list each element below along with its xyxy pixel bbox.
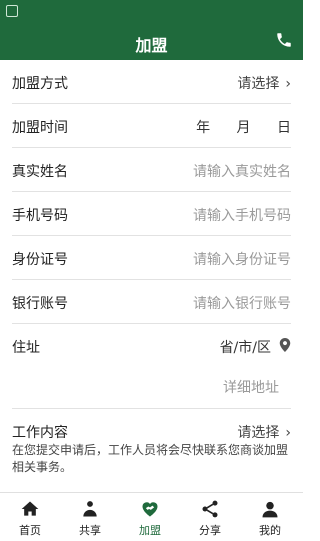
phone-icon[interactable]	[275, 31, 293, 49]
tab-home[interactable]: 首页	[0, 493, 60, 541]
tab-share-label: 分享	[199, 524, 221, 537]
join-time-label: 加盟时间	[12, 120, 68, 136]
id-number-label: 身份证号	[12, 252, 68, 268]
address-label: 住址	[12, 340, 40, 356]
join-method-value: 请选择	[237, 76, 280, 92]
real-name-row: 真实姓名 请输入真实姓名	[12, 148, 291, 192]
status-bar	[0, 0, 303, 22]
work-content-value: 请选择	[237, 425, 280, 441]
bank-account-label: 银行账号	[12, 296, 68, 312]
share-nodes-icon	[202, 500, 218, 518]
home-icon	[21, 501, 39, 516]
share-person-icon	[83, 501, 97, 517]
title-bar: 加盟	[0, 22, 303, 60]
join-time-picker[interactable]: 年 月 日	[174, 117, 291, 137]
real-name-label: 真实姓名	[12, 164, 68, 180]
handshake-heart-icon	[142, 502, 158, 517]
join-form: 加盟方式 请选择 › 加盟时间 年 月 日 真实姓名 请输入真实姓名 手机号码 请…	[0, 60, 303, 452]
year-field[interactable]: 年	[196, 117, 210, 137]
tab-join[interactable]: 加盟	[120, 493, 180, 541]
tab-share-person[interactable]: 共享	[60, 493, 120, 541]
bank-account-input[interactable]: 请输入银行账号	[193, 293, 291, 313]
tab-home-label: 首页	[19, 524, 41, 537]
app-notification-icon	[6, 5, 18, 17]
tab-mine[interactable]: 我的	[240, 493, 300, 541]
location-pin-icon[interactable]	[279, 338, 291, 352]
region-select[interactable]: 省/市/区	[220, 337, 271, 357]
join-time-row: 加盟时间 年 月 日	[12, 104, 291, 148]
chevron-right-icon: ›	[285, 76, 291, 92]
address-row: 住址 省/市/区 详细地址	[12, 324, 291, 409]
join-method-label: 加盟方式	[12, 76, 68, 92]
phone-label: 手机号码	[12, 208, 68, 224]
tab-share-person-label: 共享	[79, 524, 101, 537]
bottom-tab-bar: 首页 共享 加盟 分享 我的	[0, 492, 303, 541]
join-method-select[interactable]: 请选择 ›	[237, 73, 291, 93]
tab-join-label: 加盟	[139, 524, 161, 537]
work-content-select[interactable]: 请选择 ›	[237, 422, 291, 442]
tab-share[interactable]: 分享	[180, 493, 240, 541]
month-field[interactable]: 月	[237, 117, 251, 137]
join-method-row[interactable]: 加盟方式 请选择 ›	[12, 60, 291, 104]
work-content-label: 工作内容	[12, 425, 68, 441]
real-name-input[interactable]: 请输入真实姓名	[193, 161, 291, 181]
page-title: 加盟	[135, 36, 168, 55]
chevron-right-icon: ›	[285, 425, 291, 441]
address-detail-input[interactable]: 详细地址	[223, 377, 279, 397]
user-icon	[262, 501, 278, 518]
tab-mine-label: 我的	[259, 524, 281, 537]
phone-row: 手机号码 请输入手机号码	[12, 192, 291, 236]
phone-input[interactable]: 请输入手机号码	[193, 205, 291, 225]
day-field[interactable]: 日	[277, 117, 291, 137]
bank-account-row: 银行账号 请输入银行账号	[12, 280, 291, 324]
id-number-input[interactable]: 请输入身份证号	[193, 249, 291, 269]
notice-text: 在您提交申请后，工作人员将会尽快联系您商谈加盟相关事务。	[12, 443, 289, 474]
id-number-row: 身份证号 请输入身份证号	[12, 236, 291, 280]
